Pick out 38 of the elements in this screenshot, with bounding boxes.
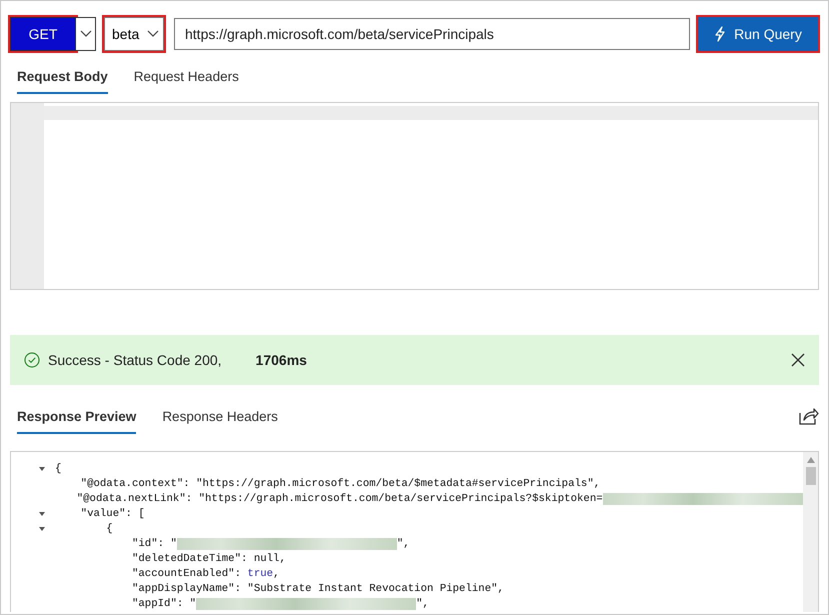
lightning-icon xyxy=(714,26,726,42)
status-message: Success - Status Code 200, xyxy=(48,352,222,368)
code-text: "value": [ xyxy=(80,508,145,520)
duration-text: 1706ms xyxy=(256,352,307,368)
code-text: "@odata.nextLink": "https://graph.microsoft.com/beta/servicePrincipals?$skiptoken= xyxy=(76,492,603,504)
close-button[interactable] xyxy=(791,353,805,367)
code-text: , xyxy=(273,568,280,580)
tab[interactable]: Request Body xyxy=(17,67,108,94)
close-icon xyxy=(791,353,805,367)
code-keyword: true xyxy=(247,568,274,580)
run-query-button[interactable]: Run Query xyxy=(698,17,818,51)
fold-arrow-icon[interactable] xyxy=(39,512,45,516)
fold-arrow-icon[interactable] xyxy=(39,466,45,470)
code-text: ", xyxy=(396,538,410,550)
code-text: "id": " xyxy=(130,538,177,550)
tab[interactable]: Response Preview xyxy=(17,407,136,434)
code-text: { xyxy=(55,462,62,474)
code-text: "appId": " xyxy=(130,598,196,610)
tab[interactable]: Response Headers xyxy=(162,407,278,434)
code-text: ", xyxy=(416,598,429,610)
check-circle-icon xyxy=(24,352,40,368)
share-icon xyxy=(799,407,819,425)
chevron-down-icon xyxy=(147,30,159,38)
code-text: "@odata.context": "https://graph.microsoft.com/beta/$metadata#servicePrincipals", xyxy=(80,478,600,490)
method-button[interactable]: GET xyxy=(10,17,76,51)
fold-arrow-icon[interactable] xyxy=(39,526,45,530)
version-dropdown[interactable]: beta xyxy=(104,17,164,51)
tab[interactable]: Request Headers xyxy=(134,67,239,94)
code-text: "deletedDateTime": null, xyxy=(130,552,286,564)
scrollbar[interactable] xyxy=(803,452,818,612)
method-dropdown[interactable] xyxy=(76,17,96,51)
chevron-down-icon xyxy=(80,30,92,38)
code-text: { xyxy=(105,522,113,534)
scroll-thumb[interactable] xyxy=(806,467,816,485)
code-text: "accountEnabled": xyxy=(130,568,242,580)
url-field[interactable]: https://graph.microsoft.com/beta/servicePrincipals xyxy=(174,18,690,50)
share-button[interactable] xyxy=(799,407,819,425)
code-text: "appDisplayName": "Substrate Instant Revocation Pipeline", xyxy=(130,582,504,594)
